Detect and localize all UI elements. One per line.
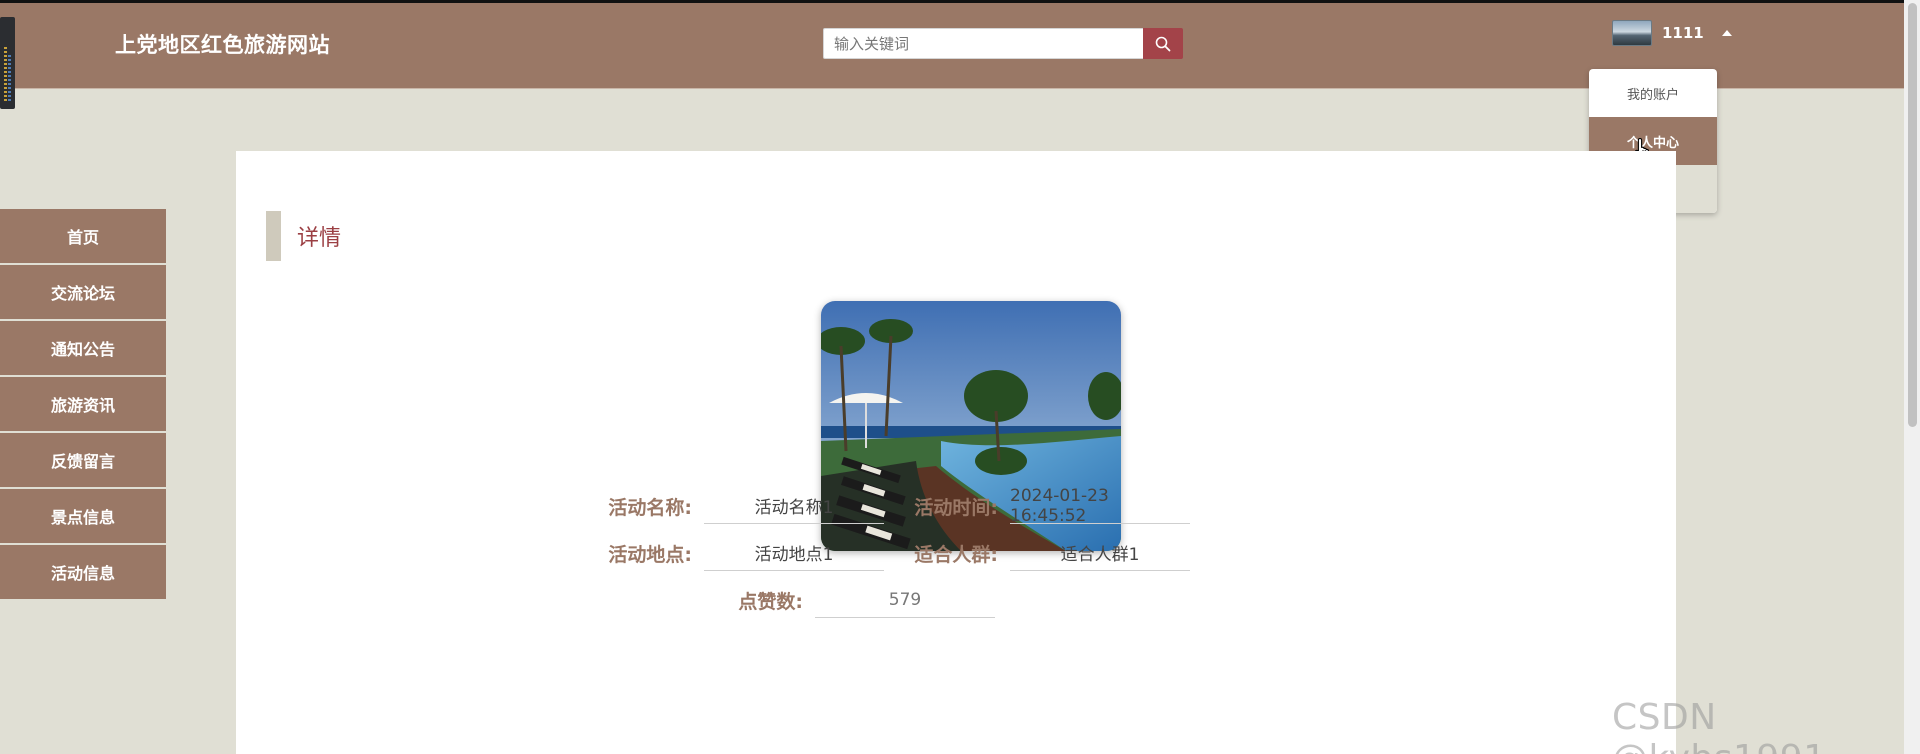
detail-card: 详情 活动名称: 活动名称1 活动时间: 2024-01-23 16:45:52… bbox=[236, 151, 1676, 754]
value-activity-time: 2024-01-23 16:45:52 bbox=[1010, 486, 1190, 526]
label-activity-time: 活动时间: bbox=[914, 496, 998, 519]
field-activity-time: 活动时间: 2024-01-23 16:45:52 bbox=[885, 486, 1190, 526]
sidebar-item-forum[interactable]: 交流论坛 bbox=[0, 265, 166, 319]
label-activity-name: 活动名称: bbox=[608, 496, 692, 519]
site-title[interactable]: 上党地区红色旅游网站 bbox=[115, 29, 330, 59]
search-input[interactable] bbox=[823, 28, 1143, 59]
sidebar-item-attractions[interactable]: 景点信息 bbox=[0, 489, 166, 543]
section-title: 详情 bbox=[297, 226, 342, 251]
menu-item-my-account[interactable]: 我的账户 bbox=[1589, 69, 1717, 117]
value-activity-place: 活动地点1 bbox=[704, 535, 884, 571]
value-audience: 适合人群1 bbox=[1010, 535, 1190, 571]
widget-indicator bbox=[4, 47, 7, 101]
search-bar bbox=[823, 28, 1183, 59]
sidebar-nav: 首页 交流论坛 通知公告 旅游资讯 反馈留言 景点信息 活动信息 bbox=[0, 209, 166, 601]
caret-up-icon[interactable] bbox=[1721, 30, 1732, 36]
field-activity-name: 活动名称: 活动名称1 bbox=[579, 488, 884, 524]
sidebar-item-activities[interactable]: 活动信息 bbox=[0, 545, 166, 599]
label-activity-place: 活动地点: bbox=[608, 543, 692, 566]
username[interactable]: 1111 bbox=[1662, 24, 1704, 42]
search-icon bbox=[1155, 36, 1171, 51]
sidebar-item-home[interactable]: 首页 bbox=[0, 209, 166, 263]
watermark: CSDN @kybs1991 bbox=[1612, 697, 1826, 754]
section-header: 详情 bbox=[266, 211, 341, 261]
page-scrollbar[interactable] bbox=[1904, 0, 1920, 754]
label-likes: 点赞数: bbox=[738, 590, 803, 613]
section-accent-bar bbox=[266, 211, 281, 261]
field-activity-place: 活动地点: 活动地点1 bbox=[579, 535, 884, 571]
value-likes: 579 bbox=[815, 582, 995, 618]
avatar[interactable] bbox=[1612, 20, 1652, 46]
sidebar-item-notices[interactable]: 通知公告 bbox=[0, 321, 166, 375]
user-menu-toggle[interactable]: 1111 bbox=[1612, 19, 1732, 47]
label-audience: 适合人群: bbox=[914, 543, 998, 566]
field-likes: 点赞数: 579 bbox=[690, 582, 995, 618]
sidebar-item-travel-news[interactable]: 旅游资讯 bbox=[0, 377, 166, 431]
side-widget[interactable] bbox=[0, 17, 15, 109]
value-activity-name: 活动名称1 bbox=[704, 488, 884, 524]
widget-indicator-secondary bbox=[8, 55, 11, 101]
search-button[interactable] bbox=[1143, 28, 1183, 59]
scrollbar-thumb[interactable] bbox=[1908, 3, 1917, 427]
sidebar-item-feedback[interactable]: 反馈留言 bbox=[0, 433, 166, 487]
field-audience: 适合人群: 适合人群1 bbox=[885, 535, 1190, 571]
